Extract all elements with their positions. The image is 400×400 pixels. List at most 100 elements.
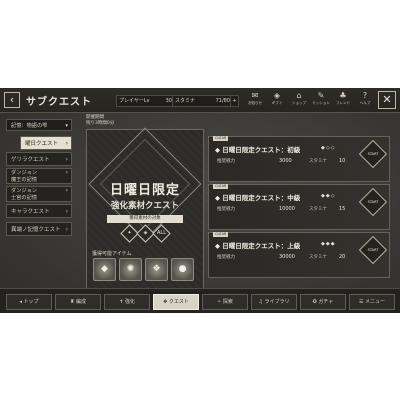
chevron-right-icon: › <box>65 208 68 215</box>
nav-button-1[interactable]: ◂ トップ <box>6 294 52 310</box>
drop-item-3[interactable]: ❖ <box>145 258 168 281</box>
quest-card-1[interactable]: CLEAR ◆ 日曜日限定クエスト：初級 ◆◇◇ 推奨戦力 3000 スタミナ 10 STAR… <box>208 136 390 182</box>
notice-icon: ✉ <box>251 91 259 100</box>
event-remaining-label: 残り3時間0分 <box>86 121 115 126</box>
game-screen: ‹ サブクエスト プレイヤーLv 30 スタミナ 71/80 + ✉ お知らせ ◈ ギ… <box>0 88 400 313</box>
top-icon-label: ヘルプ <box>359 101 371 105</box>
chevron-left-icon: ‹ <box>9 93 15 106</box>
sidebar-item-4[interactable]: ダンジョン 士官の記憶 › <box>6 186 72 202</box>
recommended-power-value: 3000 <box>279 158 292 164</box>
sidebar-item-label: ダンジョン 魔王の記憶 <box>11 170 37 183</box>
top-icon-label: ギフト <box>271 101 283 105</box>
recommended-power-value: 30000 <box>279 254 295 260</box>
help-icon: ? <box>362 91 368 100</box>
nav-button-2[interactable]: ♜ 編成 <box>55 294 101 310</box>
start-quest-button[interactable]: START <box>358 139 388 169</box>
chevron-right-icon: › <box>65 226 68 233</box>
nav-button-8[interactable]: ☰ メニュー <box>349 294 395 310</box>
drops-label: 獲得可能アイテム <box>92 251 132 257</box>
help-button[interactable]: ? ヘルプ <box>358 90 372 110</box>
chevron-right-icon: › <box>65 156 68 163</box>
start-quest-button[interactable]: START <box>358 235 388 265</box>
drop-item-4[interactable]: ● <box>171 258 194 281</box>
banner-title: 日曜日限定 <box>109 183 180 198</box>
clear-badge: CLEAR <box>213 232 229 237</box>
stamina-cost-value: 10 <box>339 158 346 164</box>
friend-icon: ♣ <box>339 91 347 100</box>
sidebar-item-6[interactable]: 異端ノ記憶クエスト › <box>6 222 72 236</box>
friend-button[interactable]: ♣ フレンド <box>336 90 350 110</box>
quest-title: ◆ 日曜日限定クエスト：中級 <box>215 194 301 202</box>
sidebar-category-label: 記憶：物語の雫 <box>11 123 48 129</box>
nav-button-4[interactable]: ✥ クエスト <box>153 294 199 310</box>
start-quest-button[interactable]: START <box>358 187 388 217</box>
screen-title: サブクエスト <box>26 97 92 108</box>
chevron-down-icon: ▾ <box>65 123 68 129</box>
quest-banner: 日曜日限定 強化素材クエスト 獲得素材の対象 ✦ ◈ ALL 獲得可能アイテム … <box>86 127 204 289</box>
mission-button[interactable]: ✎ ミッション <box>312 90 330 110</box>
element-icon-all: ALL <box>152 224 171 243</box>
gift-icon: ◈ <box>273 91 281 100</box>
quest-card-2[interactable]: CLEAR ◆ 日曜日限定クエスト：中級 ◆◆◇ 推奨戦力 10000 スタミナ 15 STA… <box>208 184 390 230</box>
chevron-right-icon: › <box>65 187 68 194</box>
stamina-cost-label: スタミナ <box>309 159 327 164</box>
start-label: START <box>367 200 379 204</box>
difficulty-diamonds: ◆◆◆ <box>321 241 336 247</box>
banner-subtitle: 強化素材クエスト <box>110 201 179 211</box>
sidebar-item-3[interactable]: ダンジョン 魔王の記憶 › <box>6 168 72 184</box>
difficulty-diamonds: ◆◇◇ <box>321 145 336 151</box>
sidebar-item-label: キャラクエスト <box>11 209 50 215</box>
stamina-value: 71/80 <box>215 98 230 104</box>
recommended-power-label: 推奨戦力 <box>217 159 235 164</box>
bottom-nav: ◂ トップ ♜ 編成 ✝ 強化 ✥ クエスト ✧ 探索 ♫ ライブラリ ✪ ガチャ ☰ メニュ… <box>0 288 400 313</box>
quest-card-3[interactable]: CLEAR ◆ 日曜日限定クエスト：上級 ◆◆◆ 推奨戦力 30000 スタミナ 20 STA… <box>208 232 390 278</box>
drop-item-1[interactable]: ◆ <box>93 258 116 281</box>
start-label: START <box>367 248 379 252</box>
stamina-cost-value: 20 <box>339 254 346 260</box>
shop-button[interactable]: ⌂ ショップ <box>292 90 306 110</box>
mission-icon: ✎ <box>317 91 325 100</box>
stamina-cost-value: 15 <box>339 206 346 212</box>
recommended-power-label: 推奨戦力 <box>217 207 235 212</box>
sidebar-item-5[interactable]: キャラクエスト › <box>6 204 72 218</box>
notice-button[interactable]: ✉ お知らせ <box>248 90 262 110</box>
recommended-power-label: 推奨戦力 <box>217 255 235 260</box>
player-level-label: プレイヤーLv <box>119 98 150 104</box>
nav-button-3[interactable]: ✝ 強化 <box>104 294 150 310</box>
difficulty-diamonds: ◆◆◇ <box>321 193 336 199</box>
chevron-right-icon: › <box>65 169 68 176</box>
recommended-power-value: 10000 <box>279 206 295 212</box>
stamina-label: スタミナ <box>175 98 196 104</box>
sidebar-item-label: 曜日クエスト <box>25 141 59 147</box>
nav-button-5[interactable]: ✧ 探索 <box>202 294 248 310</box>
quest-title: ◆ 日曜日限定クエスト：初級 <box>215 146 301 154</box>
gift-button[interactable]: ◈ ギフト <box>270 90 284 110</box>
stamina-cost-label: スタミナ <box>309 255 327 260</box>
sidebar-item-label: ゲリラクエスト <box>11 157 50 163</box>
target-label: 獲得素材の対象 <box>107 215 183 223</box>
close-button[interactable]: ✕ <box>378 91 396 109</box>
stamina-display: スタミナ 71/80 <box>172 95 234 107</box>
top-bar: ‹ サブクエスト プレイヤーLv 30 スタミナ 71/80 + ✉ お知らせ ◈ ギ… <box>0 88 400 113</box>
chevron-right-icon: › <box>65 140 68 147</box>
sidebar-category-header[interactable]: 記憶：物語の雫 ▾ <box>6 119 72 131</box>
stamina-cost-label: スタミナ <box>309 207 327 212</box>
quest-title: ◆ 日曜日限定クエスト：上級 <box>215 242 301 250</box>
clear-badge: CLEAR <box>213 184 229 189</box>
drop-item-2[interactable]: ✺ <box>119 258 142 281</box>
nav-button-6[interactable]: ♫ ライブラリ <box>251 294 297 310</box>
shop-icon: ⌂ <box>296 91 302 100</box>
sidebar-item-2[interactable]: ゲリラクエスト › <box>6 152 72 166</box>
sidebar-item-label: 異端ノ記憶クエスト <box>11 227 61 233</box>
top-icon-label: フレンド <box>336 101 350 105</box>
top-icon-label: ショップ <box>292 101 306 105</box>
clear-badge: CLEAR <box>213 136 229 141</box>
back-button[interactable]: ‹ <box>4 92 20 108</box>
top-icon-label: お知らせ <box>248 101 262 105</box>
sidebar-item-label: ダンジョン 士官の記憶 <box>11 188 37 201</box>
close-icon: ✕ <box>382 93 392 106</box>
sidebar-item-1[interactable]: 曜日クエスト › <box>20 136 72 150</box>
add-stamina-button[interactable]: + <box>230 95 239 107</box>
nav-button-7[interactable]: ✪ ガチャ <box>300 294 346 310</box>
player-level-display: プレイヤーLv 30 <box>116 95 176 107</box>
